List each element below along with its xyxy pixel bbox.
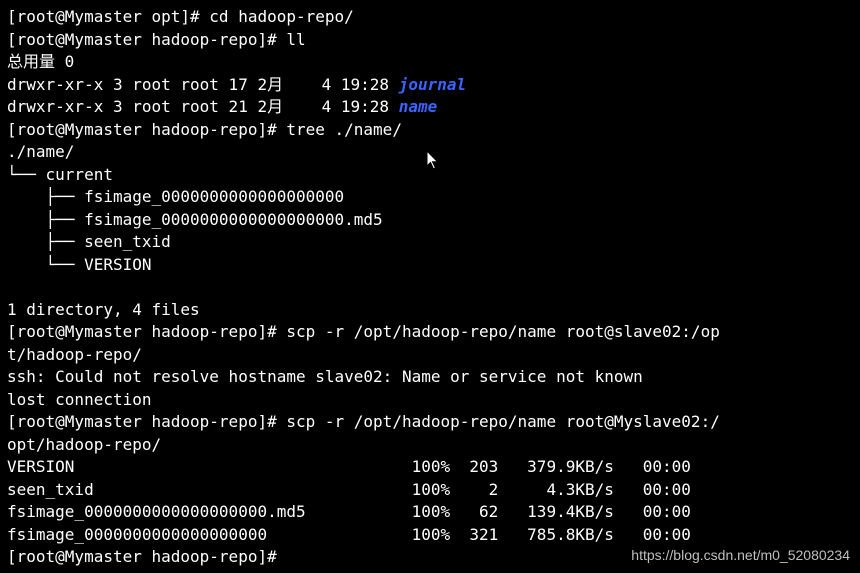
terminal-line: 1 directory, 4 files <box>7 299 200 319</box>
listing-prefix: drwxr-xr-x 3 root root 21 2月 4 19:28 <box>7 97 399 116</box>
terminal-line: t/hadoop-repo/ <box>7 344 142 364</box>
mouse-pointer-icon <box>426 150 439 170</box>
directory-journal: journal <box>398 74 467 94</box>
terminal-line: fsimage_0000000000000000000 100% 321 785… <box>7 524 691 544</box>
listing-prefix: drwxr-xr-x 3 root root 17 2月 4 19:28 <box>7 74 399 94</box>
terminal-line: └── VERSION <box>7 254 152 274</box>
terminal-line: [root@Mymaster opt]# cd hadoop-repo/ <box>7 7 354 26</box>
terminal-line: [root@Mymaster hadoop-repo]# tree ./name… <box>7 119 402 139</box>
terminal-line: ├── fsimage_0000000000000000000.md5 <box>7 209 383 229</box>
terminal-line: [root@Mymaster hadoop-repo]# scp -r /opt… <box>7 322 720 341</box>
terminal-line: [root@Mymaster hadoop-repo]# scp -r /opt… <box>7 412 720 431</box>
terminal-line: 总用量 0 <box>7 52 75 71</box>
watermark: https://blog.csdn.net/m0_52080234 <box>631 547 850 563</box>
terminal-line: ├── seen_txid <box>7 232 171 251</box>
terminal-line-listing: drwxr-xr-x 3 root root 21 2月 4 19:28 nam… <box>7 96 860 119</box>
terminal-line: ├── fsimage_0000000000000000000 <box>7 187 345 206</box>
terminal-line: opt/hadoop-repo/ <box>7 434 162 454</box>
terminal-line: ssh: Could not resolve hostname slave02:… <box>7 367 643 386</box>
terminal-line-listing: drwxr-xr-x 3 root root 17 2月 4 19:28 jou… <box>7 74 860 97</box>
terminal-line: [root@Mymaster hadoop-repo]# ll <box>7 29 306 49</box>
terminal-line: lost connection <box>7 389 152 409</box>
terminal-line: fsimage_0000000000000000000.md5 100% 62 … <box>7 502 691 521</box>
directory-name: name <box>398 97 438 116</box>
terminal-output[interactable]: [root@Mymaster opt]# cd hadoop-repo/ [ro… <box>7 6 860 569</box>
terminal-line: VERSION 100% 203 379.9KB/s 00:00 <box>7 457 691 476</box>
terminal-window[interactable]: { "terminal": { "lines": [ "[root@Mymast… <box>0 0 860 573</box>
terminal-line: seen_txid 100% 2 4.3KB/s 00:00 <box>7 479 691 499</box>
